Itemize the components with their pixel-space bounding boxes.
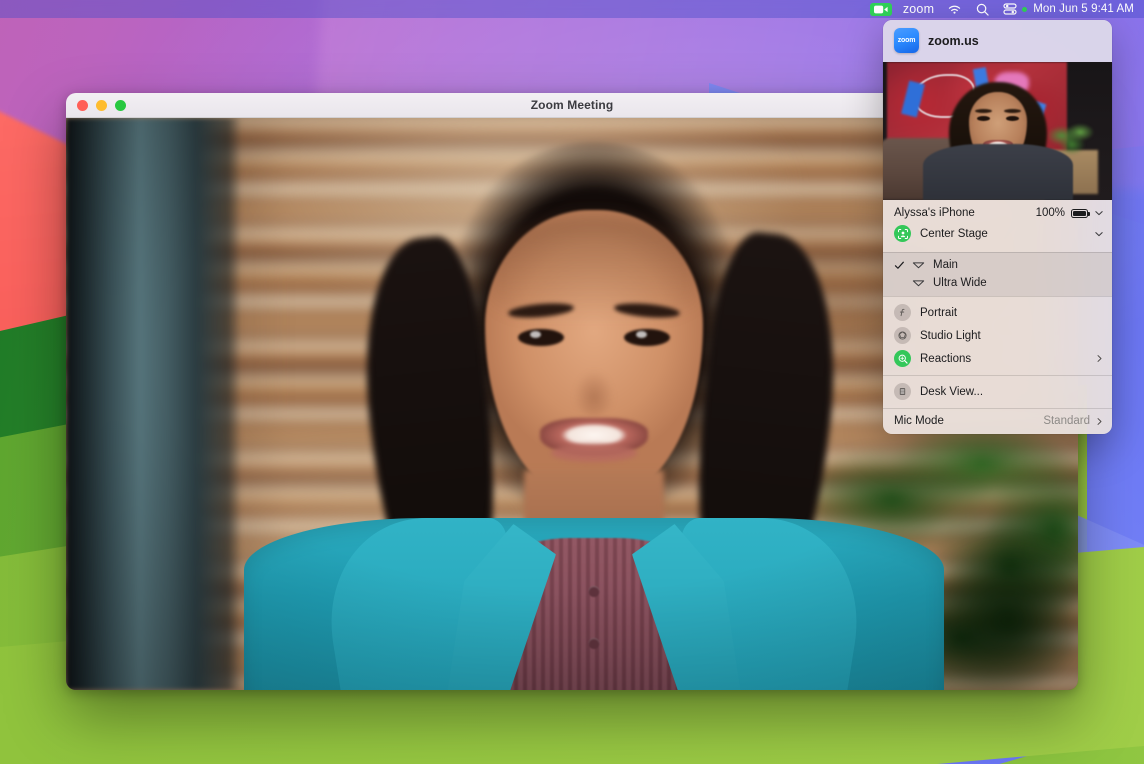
menu-bar-app-name[interactable]: zoom [897, 0, 940, 18]
desk-view-label: Desk View... [920, 386, 1104, 398]
mic-mode-row[interactable]: Mic Mode Standard [883, 413, 1112, 429]
effect-row-reactions[interactable]: Reactions [883, 347, 1112, 370]
mic-mode-value: Standard [1043, 415, 1090, 427]
lens-icon [909, 278, 927, 288]
desk-view-row[interactable]: Desk View... [883, 380, 1112, 403]
menu-bar-camera-indicator[interactable] [865, 0, 897, 18]
close-button[interactable] [77, 100, 88, 111]
device-battery-percent: 100% [1036, 207, 1065, 219]
device-row[interactable]: Alyssa's iPhone 100% [883, 205, 1112, 222]
lens-section: Main Ultra Wide [883, 252, 1112, 296]
effect-row-portrait[interactable]: Portrait [883, 301, 1112, 324]
lens-label: Main [933, 259, 958, 271]
camera-preview [883, 62, 1112, 200]
center-stage-label: Center Stage [920, 228, 1085, 240]
lens-icon [909, 260, 927, 270]
preview-person-eye-left [977, 116, 990, 121]
effects-section: Portrait Studio Light Reactions [883, 296, 1112, 375]
lens-label: Ultra Wide [933, 277, 987, 289]
chevron-down-icon[interactable] [1094, 208, 1104, 218]
effect-label: Reactions [920, 353, 1086, 365]
lens-option-main[interactable]: Main [883, 256, 1112, 274]
center-stage-row[interactable]: Center Stage [883, 222, 1112, 246]
device-section: Alyssa's iPhone 100% Center Stage [883, 200, 1112, 252]
chevron-right-icon[interactable] [1095, 354, 1104, 363]
menu-bar-clock[interactable]: Mon Jun 5 9:41 AM [1029, 0, 1136, 18]
menu-app-header: zoom zoom.us [883, 20, 1112, 62]
checkmark-icon [894, 260, 909, 271]
preview-person-jacket [923, 144, 1073, 200]
studio-light-icon [894, 327, 911, 344]
zoom-button[interactable] [115, 100, 126, 111]
preview-person-eyebrow-left [975, 109, 992, 113]
green-status-dot [1022, 7, 1027, 12]
video-camera-icon [870, 3, 892, 16]
control-center-icon[interactable] [996, 0, 1024, 18]
traffic-light-buttons [66, 100, 126, 111]
center-stage-icon [894, 225, 911, 242]
menu-bar: zoom Mon Jun 5 9:41 AM [0, 0, 1144, 18]
wifi-icon[interactable] [940, 0, 969, 18]
search-icon[interactable] [969, 0, 996, 18]
effect-label: Portrait [920, 307, 1104, 319]
preview-person-eye-right [1006, 116, 1019, 121]
chevron-down-icon[interactable] [1094, 229, 1104, 239]
effect-row-studio-light[interactable]: Studio Light [883, 324, 1112, 347]
minimize-button[interactable] [96, 100, 107, 111]
zoom-app-icon-label: zoom [898, 37, 915, 44]
preview-person-eyebrow-right [1004, 109, 1021, 113]
continuity-camera-menu: zoom zoom.us Alyssa's iPhone 1 [883, 20, 1112, 434]
preview-person [930, 80, 1066, 200]
effect-label: Studio Light [920, 330, 1104, 342]
mic-mode-label: Mic Mode [894, 415, 1043, 427]
desk-view-icon [894, 383, 911, 400]
menu-app-name: zoom.us [928, 34, 979, 48]
desk-view-section: Desk View... [883, 375, 1112, 408]
aperture-f-icon [894, 304, 911, 321]
reactions-icon [894, 350, 911, 367]
mic-mode-section: Mic Mode Standard [883, 408, 1112, 434]
device-name: Alyssa's iPhone [894, 207, 1030, 219]
lens-option-ultra-wide[interactable]: Ultra Wide [883, 274, 1112, 292]
chevron-right-icon[interactable] [1095, 417, 1104, 426]
battery-full-icon [1071, 209, 1088, 218]
zoom-app-icon: zoom [894, 28, 919, 53]
